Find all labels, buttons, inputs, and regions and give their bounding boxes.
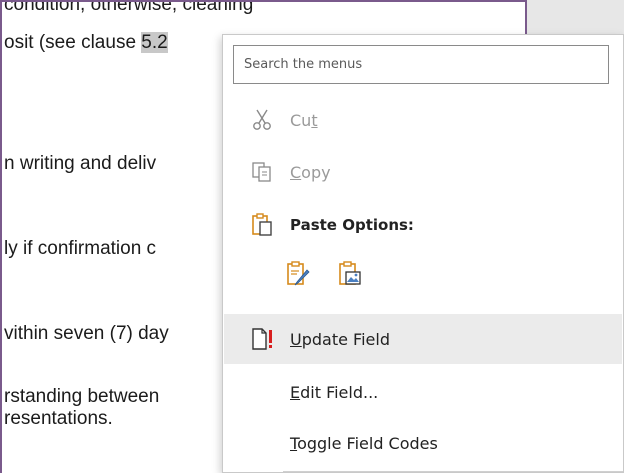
menu-item-label: Cut <box>290 110 318 130</box>
document-text-line: vithin seven (7) day <box>4 323 169 344</box>
menu-item-label: Toggle Field Codes <box>290 433 438 453</box>
menu-item-copy[interactable]: Copy <box>224 147 622 197</box>
toggle-field-codes-icon <box>250 431 274 455</box>
paste-keep-source-formatting-icon[interactable] <box>283 259 313 289</box>
document-text-line: rstanding between <box>4 386 160 407</box>
document-text-line: ly if confirmation c <box>4 238 157 259</box>
edit-field-icon <box>250 380 274 404</box>
selected-field-text: 5.2 <box>141 32 168 53</box>
menu-item-update-field[interactable]: Update Field <box>224 314 622 364</box>
menu-item-label: Edit Field... <box>290 382 379 402</box>
paste-options-label: Paste Options: <box>290 216 414 234</box>
menu-search-input[interactable] <box>233 45 609 84</box>
paste-icon <box>250 213 274 237</box>
document-text-line: n writing and deliv <box>4 153 157 174</box>
context-menu: Cut Copy Paste Options: <box>222 34 624 473</box>
copy-icon <box>250 160 274 184</box>
menu-item-label: Copy <box>290 162 331 182</box>
update-field-icon <box>250 327 274 351</box>
menu-item-cut[interactable]: Cut <box>224 95 622 145</box>
menu-item-edit-field[interactable]: Edit Field... <box>224 367 622 417</box>
document-text-line: condition, otherwise, cleaning <box>4 0 254 15</box>
menu-separator <box>283 471 623 472</box>
paste-picture-icon[interactable] <box>335 259 365 289</box>
scissors-icon <box>250 108 274 132</box>
paste-options-header: Paste Options: <box>224 200 622 250</box>
menu-item-label: Update Field <box>290 329 390 349</box>
paste-options-buttons <box>283 254 423 294</box>
document-text-line: osit (see clause 5.2 <box>4 32 168 53</box>
document-text-line: resentations. <box>4 408 113 429</box>
menu-item-toggle-field-codes[interactable]: Toggle Field Codes <box>224 418 622 468</box>
